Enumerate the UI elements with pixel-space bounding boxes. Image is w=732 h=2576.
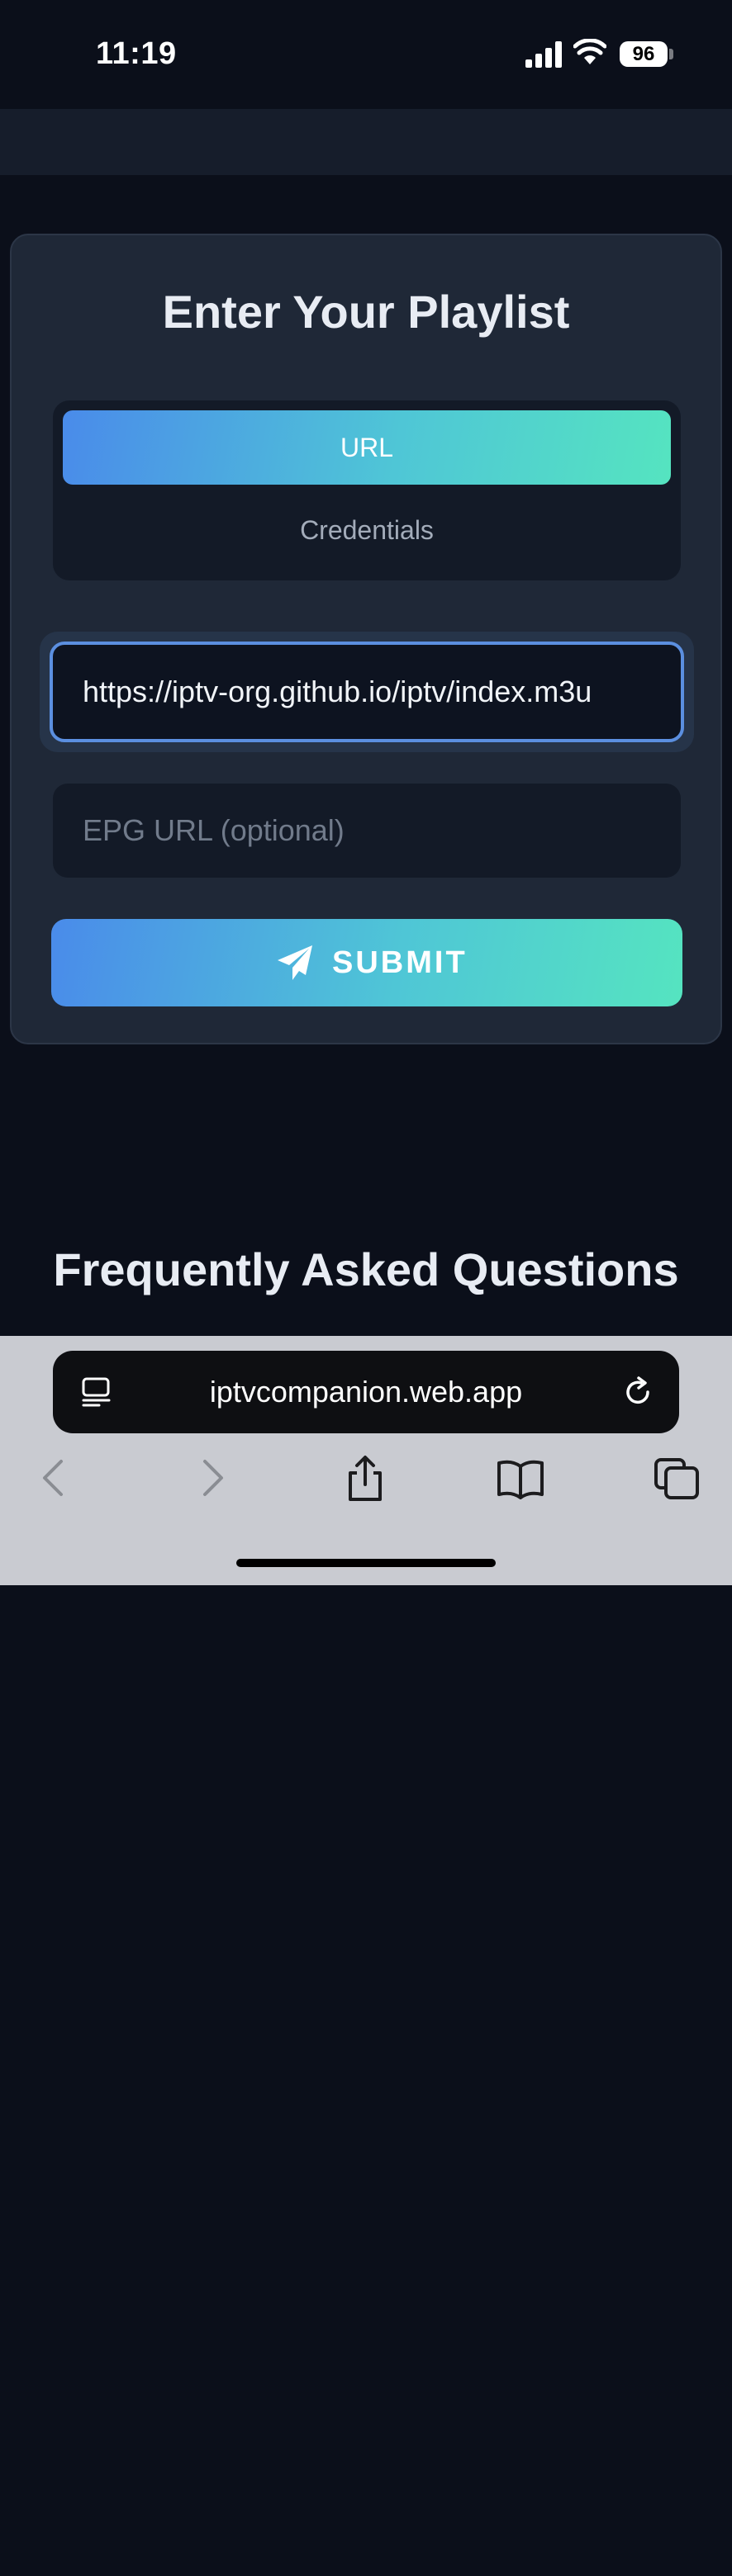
mode-toggle: URL Credentials bbox=[53, 400, 681, 580]
url-input-focus-ring: https://iptv-org.github.io/iptv/index.m3… bbox=[40, 632, 694, 752]
address-text: iptvcompanion.web.app bbox=[209, 1375, 523, 1409]
wifi-icon bbox=[573, 39, 606, 64]
back-icon[interactable] bbox=[30, 1455, 79, 1501]
epg-url-input[interactable]: EPG URL (optional) bbox=[53, 784, 681, 878]
signal-icon bbox=[525, 41, 562, 68]
submit-button[interactable]: SUBMIT bbox=[51, 919, 682, 1006]
address-bar[interactable]: iptvcompanion.web.app bbox=[53, 1351, 679, 1433]
battery-tip bbox=[669, 49, 673, 59]
tab-url[interactable]: URL bbox=[63, 410, 671, 485]
epg-url-placeholder: EPG URL (optional) bbox=[83, 813, 345, 847]
home-indicator bbox=[236, 1559, 496, 1567]
tabs-icon[interactable] bbox=[653, 1455, 702, 1501]
top-strip bbox=[0, 109, 732, 175]
share-icon[interactable] bbox=[340, 1455, 390, 1501]
status-time: 11:19 bbox=[96, 36, 177, 71]
playlist-url-input[interactable]: https://iptv-org.github.io/iptv/index.m3… bbox=[50, 642, 684, 742]
playlist-url-value: https://iptv-org.github.io/iptv/index.m3… bbox=[83, 675, 592, 708]
bookmarks-icon[interactable] bbox=[496, 1455, 545, 1501]
reload-icon[interactable] bbox=[621, 1376, 654, 1409]
card-title: Enter Your Playlist bbox=[162, 286, 570, 338]
forward-icon[interactable] bbox=[187, 1455, 236, 1501]
status-bar: 11:19 96 bbox=[0, 0, 732, 109]
battery-level: 96 bbox=[632, 43, 655, 65]
browser-toolbar: iptvcompanion.web.app bbox=[0, 1336, 732, 1585]
tab-credentials[interactable]: Credentials bbox=[63, 493, 671, 567]
battery-icon: 96 bbox=[620, 41, 668, 67]
submit-label: SUBMIT bbox=[332, 945, 468, 980]
playlist-card: Enter Your Playlist URL Credentials http… bbox=[10, 234, 722, 1044]
send-icon bbox=[278, 945, 312, 980]
